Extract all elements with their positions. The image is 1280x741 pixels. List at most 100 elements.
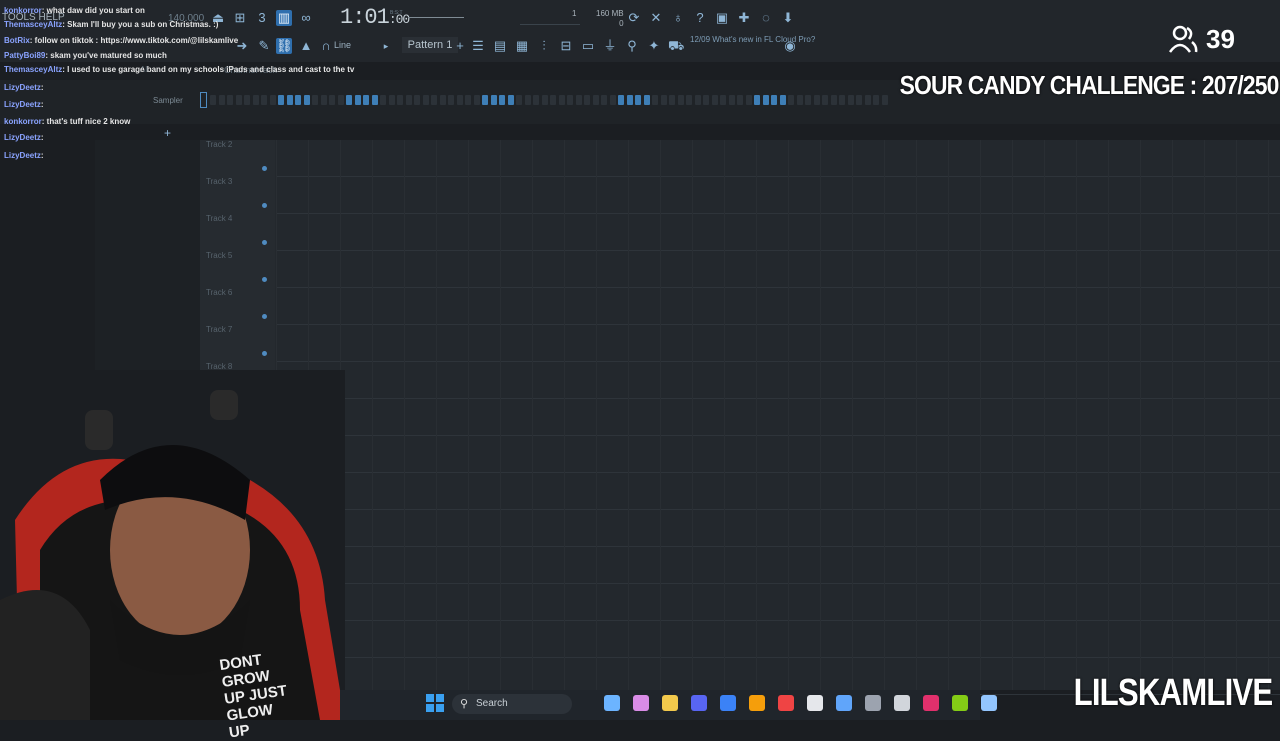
performance-icon[interactable]: ⚲ [624, 38, 640, 54]
step-button[interactable] [439, 95, 446, 105]
step-button[interactable] [643, 95, 650, 105]
add-pattern-icon[interactable]: + [452, 38, 468, 54]
microphone-icon[interactable]: ♁ [670, 10, 686, 26]
cart-icon[interactable]: ⛟ [668, 38, 684, 54]
step-button[interactable] [524, 95, 531, 105]
4k-app-icon[interactable] [894, 695, 910, 711]
step-button[interactable] [762, 95, 769, 105]
audio-app-icon[interactable] [865, 695, 881, 711]
discord-icon[interactable] [691, 695, 707, 711]
step-button[interactable] [745, 95, 752, 105]
step-button[interactable] [652, 95, 658, 105]
step-button[interactable] [431, 95, 437, 105]
step-button[interactable] [584, 95, 590, 105]
step-button[interactable] [371, 95, 378, 105]
taskbar-search[interactable]: ⚲ Search [452, 694, 572, 714]
step-button[interactable] [779, 95, 786, 105]
step-button[interactable] [380, 95, 386, 105]
master-volume-line[interactable] [408, 17, 464, 18]
step-button[interactable] [609, 95, 616, 105]
play-small-icon[interactable]: ▸ [378, 38, 394, 54]
layers-app-icon[interactable] [952, 695, 968, 711]
step-button[interactable] [830, 95, 837, 105]
step-button[interactable] [737, 95, 743, 105]
fl-studio-icon[interactable] [749, 695, 765, 711]
store-icon[interactable] [720, 695, 736, 711]
master-pitch-line[interactable] [520, 24, 580, 25]
help-icon[interactable]: ? [692, 10, 708, 26]
step-button[interactable] [864, 95, 871, 105]
song-position-display[interactable]: 1:01:00 [340, 5, 410, 30]
track-label[interactable]: Track 5 [206, 251, 232, 260]
step-button[interactable] [558, 95, 565, 105]
plugin-database-icon[interactable]: ▭ [580, 38, 596, 54]
chat-username[interactable]: konkorror [4, 117, 42, 126]
chat-username[interactable]: LizyDeetz [4, 100, 41, 109]
plugin-icon[interactable]: ✚ [736, 10, 752, 26]
step-button[interactable] [354, 95, 361, 105]
playlist-icon[interactable]: ☰ [470, 38, 486, 54]
instagram-icon[interactable] [923, 695, 939, 711]
chat-username[interactable]: PattyBoi89 [4, 51, 45, 60]
channel-rack-icon[interactable]: ▦ [514, 38, 530, 54]
chat-username[interactable]: LizyDeetz [4, 133, 41, 142]
brave-icon[interactable] [778, 695, 794, 711]
step-button[interactable] [626, 95, 633, 105]
playlist-area[interactable] [200, 140, 1280, 690]
step-button[interactable] [405, 95, 412, 105]
step-button[interactable] [694, 95, 701, 105]
step-button[interactable] [490, 95, 497, 105]
chat-username[interactable]: ThemasceyAltz [4, 20, 62, 29]
track-mute-dot[interactable] [262, 277, 267, 282]
step-button[interactable] [448, 95, 454, 105]
chat-username[interactable]: LizyDeetz [4, 83, 41, 92]
step-button[interactable] [703, 95, 709, 105]
obs-icon[interactable] [807, 695, 823, 711]
track-mute-dot[interactable] [262, 240, 267, 245]
track-mute-dot[interactable] [262, 351, 267, 356]
windows-start-icon[interactable] [426, 694, 444, 712]
copilot-icon[interactable] [633, 695, 649, 711]
step-button[interactable] [388, 95, 395, 105]
chat-username[interactable]: ThemasceyAltz [4, 65, 62, 74]
step-button[interactable] [839, 95, 845, 105]
step-button[interactable] [575, 95, 582, 105]
globe-icon[interactable]: ◉ [782, 38, 798, 54]
step-button[interactable] [813, 95, 820, 105]
step-button[interactable] [567, 95, 573, 105]
step-button[interactable] [711, 95, 718, 105]
step-button[interactable] [601, 95, 607, 105]
step-button[interactable] [397, 95, 403, 105]
step-button[interactable] [660, 95, 667, 105]
step-button[interactable] [856, 95, 862, 105]
chat-username[interactable]: konkorror [4, 6, 42, 15]
step-button[interactable] [499, 95, 505, 105]
chat-username[interactable]: BotRix [4, 36, 30, 45]
step-button[interactable] [788, 95, 794, 105]
track-mute-dot[interactable] [262, 314, 267, 319]
track-label[interactable]: Track 6 [206, 288, 232, 297]
step-button[interactable] [550, 95, 556, 105]
notepad-icon[interactable] [981, 695, 997, 711]
step-button[interactable] [796, 95, 803, 105]
step-button[interactable] [771, 95, 777, 105]
step-button[interactable] [516, 95, 522, 105]
tools-icon[interactable]: ✕ [648, 10, 664, 26]
step-button[interactable] [720, 95, 726, 105]
step-button[interactable] [728, 95, 735, 105]
track-mute-dot[interactable] [262, 203, 267, 208]
track-label[interactable]: Track 7 [206, 325, 232, 334]
track-label[interactable]: Track 4 [206, 214, 232, 223]
pattern-selector[interactable]: Pattern 1 [402, 37, 458, 53]
fruit-icon[interactable]: ✦ [646, 38, 662, 54]
step-button[interactable] [465, 95, 471, 105]
step-button[interactable] [456, 95, 463, 105]
file-explorer-icon[interactable] [662, 695, 678, 711]
step-button[interactable] [414, 95, 420, 105]
browser-icon[interactable]: ⊟ [558, 38, 574, 54]
step-button[interactable] [669, 95, 675, 105]
step-button[interactable] [592, 95, 599, 105]
step-button[interactable] [618, 95, 624, 105]
plug-icon[interactable]: ⏚ [602, 38, 618, 54]
step-button[interactable] [346, 95, 352, 105]
